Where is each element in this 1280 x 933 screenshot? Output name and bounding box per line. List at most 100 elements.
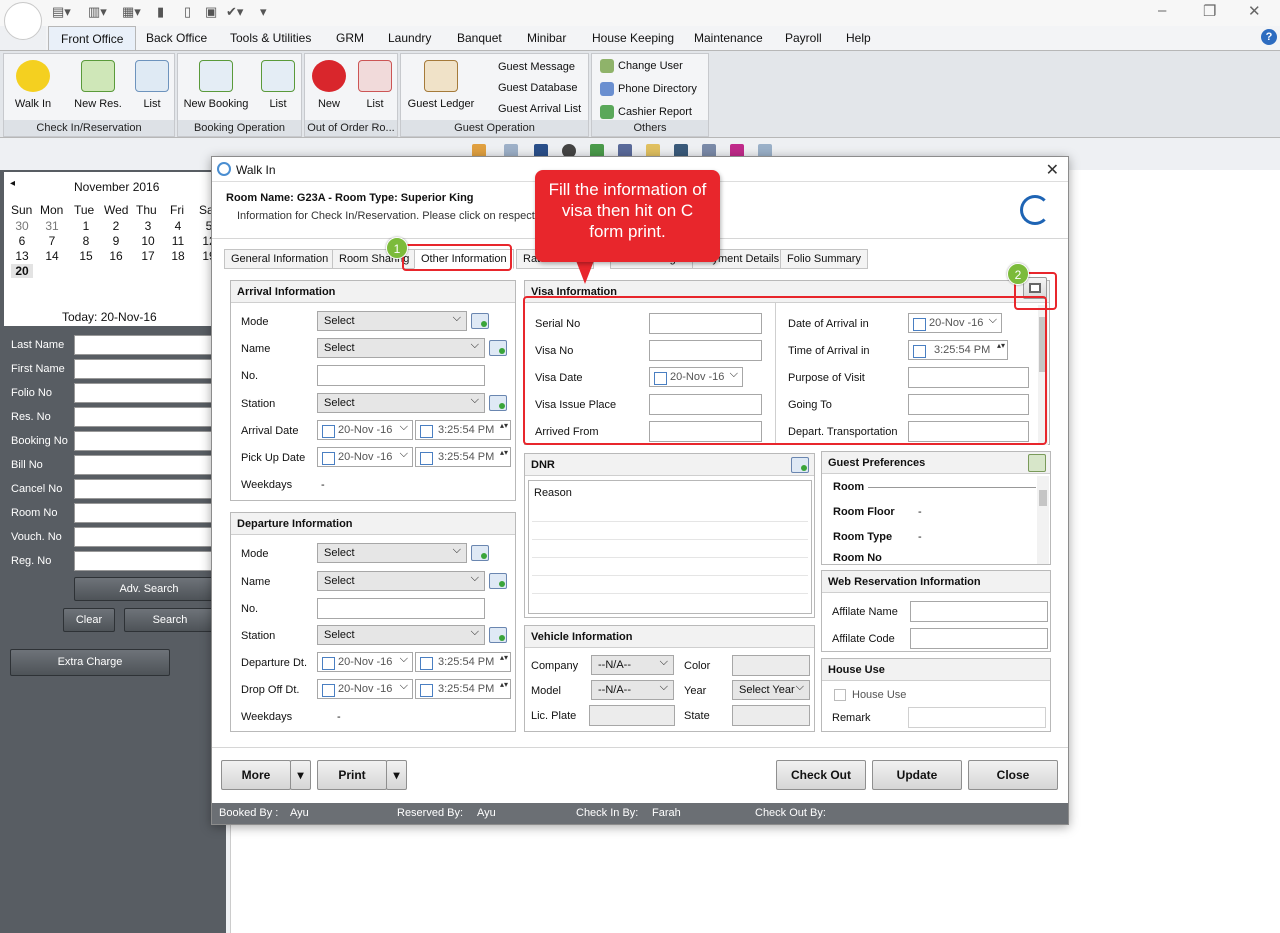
quick-access-icon[interactable]: ▣	[205, 4, 217, 20]
adv-search-button[interactable]: Adv. Search	[74, 577, 224, 601]
print-dropdown-icon[interactable]: ▾	[386, 760, 407, 790]
calendar-today[interactable]: Today: 20-Nov-16	[62, 310, 157, 324]
state-input[interactable]	[732, 705, 810, 726]
add-name-icon[interactable]	[489, 340, 507, 356]
calendar-day[interactable]: 7	[41, 234, 63, 248]
menu-payroll[interactable]: Payroll	[785, 31, 822, 45]
update-button[interactable]: Update	[872, 760, 962, 790]
room-no-input[interactable]	[74, 503, 226, 523]
phone-directory-button[interactable]: Phone Directory	[600, 82, 697, 96]
menu-front-office[interactable]: Front Office	[48, 26, 137, 51]
departure-mode-select[interactable]: Select	[317, 543, 467, 563]
quick-access-icon[interactable]: ✔▾	[226, 4, 243, 20]
menu-house-keeping[interactable]: House Keeping	[592, 31, 674, 45]
change-user-button[interactable]: Change User	[600, 59, 683, 73]
year-select[interactable]: Select Year	[732, 680, 810, 700]
tab-general-information[interactable]: General Information	[224, 249, 336, 269]
res-list-button[interactable]: List	[132, 60, 172, 110]
guest-message-button[interactable]: Guest Message	[498, 61, 575, 73]
calendar-day[interactable]: 30	[11, 219, 33, 233]
calendar-day[interactable]: 4	[167, 219, 189, 233]
cashier-report-button[interactable]: Cashier Report	[600, 105, 692, 119]
booking-list-button[interactable]: List	[258, 60, 298, 110]
add-station-icon[interactable]	[489, 627, 507, 643]
calendar-day[interactable]: 8	[75, 234, 97, 248]
departure-date-picker[interactable]: 20-Nov -16	[317, 652, 413, 672]
bill-no-input[interactable]	[74, 455, 226, 475]
house-use-checkbox[interactable]	[834, 689, 846, 701]
menu-maintenance[interactable]: Maintenance	[694, 31, 763, 45]
arrival-no-input[interactable]	[317, 365, 485, 386]
departure-time-picker[interactable]: 3:25:54 PM	[415, 652, 511, 672]
more-dropdown-icon[interactable]: ▾	[290, 760, 311, 790]
quick-access-customize-icon[interactable]: ▾	[260, 4, 267, 20]
calendar-day[interactable]: 18	[167, 249, 189, 263]
dropoff-time-picker[interactable]: 3:25:54 PM	[415, 679, 511, 699]
calendar-day[interactable]: 1	[75, 219, 97, 233]
calendar-day[interactable]: 13	[11, 249, 33, 263]
company-select[interactable]: --N/A--	[591, 655, 674, 675]
calendar-day-selected[interactable]: 20	[11, 264, 33, 278]
add-station-icon[interactable]	[489, 395, 507, 411]
add-name-icon[interactable]	[489, 573, 507, 589]
add-mode-icon[interactable]	[471, 313, 489, 329]
departure-name-select[interactable]: Select	[317, 571, 485, 591]
affiliate-name-input[interactable]	[910, 601, 1048, 622]
first-name-input[interactable]	[74, 359, 226, 379]
minimize-icon[interactable]: –	[1158, 2, 1166, 19]
affiliate-code-input[interactable]	[910, 628, 1048, 649]
print-button[interactable]: Print	[317, 760, 387, 790]
menu-banquet[interactable]: Banquet	[457, 31, 502, 45]
guest-pref-user-icon[interactable]	[1028, 454, 1046, 472]
clear-button[interactable]: Clear	[63, 608, 115, 632]
booking-no-input[interactable]	[74, 431, 226, 451]
vouch-no-input[interactable]	[74, 527, 226, 547]
close-icon[interactable]: ✕	[1248, 2, 1261, 20]
arrival-mode-select[interactable]: Select	[317, 311, 467, 331]
guest-ledger-button[interactable]: Guest Ledger	[405, 60, 477, 110]
color-input[interactable]	[732, 655, 810, 676]
dialog-close-icon[interactable]: ✕	[1046, 160, 1059, 180]
dropoff-date-picker[interactable]: 20-Nov -16	[317, 679, 413, 699]
calendar-day[interactable]: 17	[137, 249, 159, 263]
departure-station-select[interactable]: Select	[317, 625, 485, 645]
quick-access-icon[interactable]: ▯	[184, 4, 191, 20]
new-res-button[interactable]: New Res.	[68, 60, 128, 110]
arrival-station-select[interactable]: Select	[317, 393, 485, 413]
walk-in-button[interactable]: Walk In	[8, 60, 58, 110]
help-icon[interactable]: ?	[1261, 29, 1277, 45]
cancel-no-input[interactable]	[74, 479, 226, 499]
calendar-day[interactable]: 2	[105, 219, 127, 233]
quick-access-icon[interactable]: ▮	[157, 4, 164, 20]
new-booking-button[interactable]: New Booking	[182, 60, 250, 110]
guest-pref-scrollbar[interactable]	[1037, 476, 1049, 564]
quick-access-icon[interactable]: ▥▾	[88, 4, 107, 20]
quick-access-icon[interactable]: ▦▾	[122, 4, 141, 20]
dnr-grid[interactable]: Reason	[528, 480, 812, 614]
calendar-day[interactable]: 15	[75, 249, 97, 263]
guest-database-button[interactable]: Guest Database	[498, 82, 578, 94]
tab-folio-summary[interactable]: Folio Summary	[780, 249, 868, 269]
add-mode-icon[interactable]	[471, 545, 489, 561]
more-button[interactable]: More	[221, 760, 291, 790]
ooo-list-button[interactable]: List	[355, 60, 395, 110]
app-logo-icon[interactable]	[4, 2, 42, 40]
menu-back-office[interactable]: Back Office	[146, 31, 207, 45]
calendar-day[interactable]: 11	[167, 234, 189, 248]
model-select[interactable]: --N/A--	[591, 680, 674, 700]
calendar-day[interactable]: 6	[11, 234, 33, 248]
menu-laundry[interactable]: Laundry	[388, 31, 431, 45]
calendar-day[interactable]: 9	[105, 234, 127, 248]
remark-input[interactable]	[908, 707, 1046, 728]
guest-arrival-list-button[interactable]: Guest Arrival List	[498, 103, 581, 115]
menu-grm[interactable]: GRM	[336, 31, 364, 45]
pickup-time-picker[interactable]: 3:25:54 PM	[415, 447, 511, 467]
calendar-day[interactable]: 3	[137, 219, 159, 233]
ooo-new-button[interactable]: New	[309, 60, 349, 110]
add-dnr-icon[interactable]	[791, 457, 809, 473]
reg-no-input[interactable]	[74, 551, 226, 571]
calendar-day[interactable]: 16	[105, 249, 127, 263]
calendar-prev-icon[interactable]: ◂	[10, 178, 15, 189]
res-no-input[interactable]	[74, 407, 226, 427]
lic-plate-input[interactable]	[589, 705, 675, 726]
